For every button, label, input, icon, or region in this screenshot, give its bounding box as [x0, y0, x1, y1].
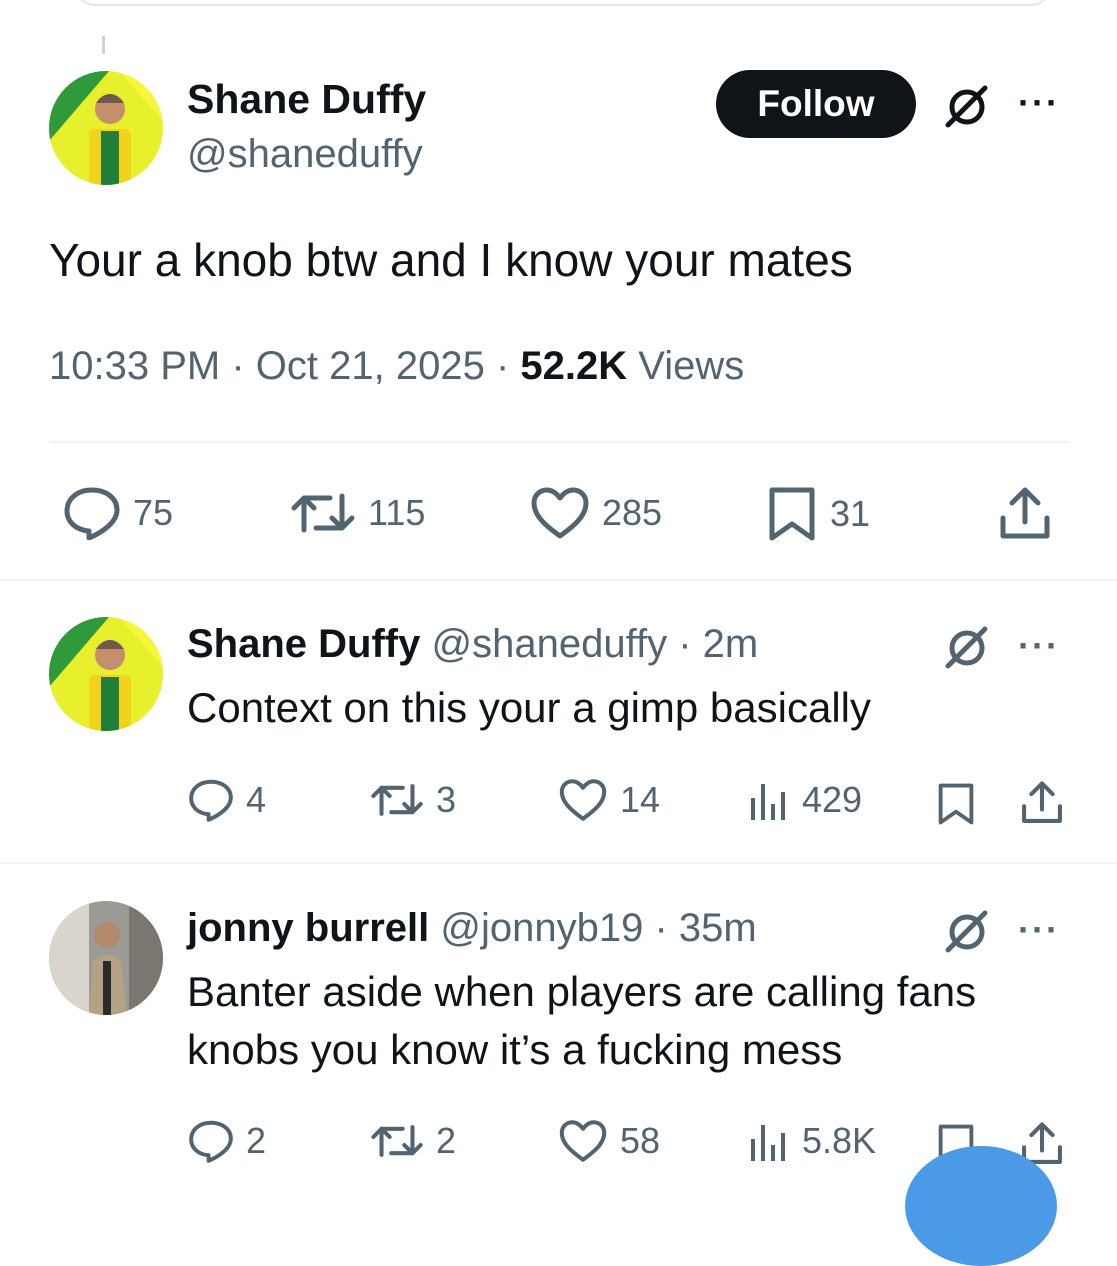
- grok-icon[interactable]: [942, 83, 990, 131]
- share-icon: [1022, 781, 1062, 823]
- avatar[interactable]: [49, 617, 163, 731]
- reply-text-line: knobs you know it’s a fucking mess: [187, 1026, 843, 1073]
- more-icon[interactable]: ···: [1018, 909, 1060, 951]
- reply-icon: [64, 487, 120, 540]
- compose-button[interactable]: [905, 1146, 1057, 1266]
- tweet-time[interactable]: 10:33 PM: [49, 344, 220, 388]
- author-name[interactable]: Shane Duffy: [187, 76, 426, 123]
- thread-line: [102, 36, 105, 54]
- views-icon: [751, 1125, 785, 1161]
- views-count[interactable]: 52.2K: [520, 344, 627, 388]
- like-count: 58: [620, 1120, 661, 1161]
- grok-icon[interactable]: [942, 908, 990, 956]
- reply-age[interactable]: · 2m: [678, 622, 758, 666]
- follow-button[interactable]: Follow: [716, 70, 916, 138]
- bookmark-button[interactable]: [936, 780, 976, 833]
- reply-text: Context on this your a gimp basically: [187, 684, 871, 731]
- reply-button[interactable]: 4: [188, 778, 266, 822]
- reply-count: 2: [246, 1120, 267, 1161]
- reply-text-line: Banter aside when players are calling fa…: [187, 968, 977, 1015]
- more-icon[interactable]: ···: [1018, 625, 1060, 667]
- reply-icon: [189, 1120, 233, 1163]
- views-button[interactable]: 5.8K: [748, 1119, 876, 1163]
- previous-card-edge: [76, 0, 1050, 6]
- avatar[interactable]: [49, 71, 163, 185]
- divider: [0, 862, 1117, 864]
- divider: [49, 441, 1069, 443]
- author-handle[interactable]: @jonnyb19: [440, 906, 643, 950]
- tweet-date[interactable]: Oct 21, 2025: [256, 344, 485, 388]
- reply-header: jonny burrell @jonnyb19 · 35m: [187, 906, 757, 951]
- repost-icon: [371, 784, 423, 816]
- reply-age[interactable]: · 35m: [654, 906, 756, 950]
- meta-separator: ·: [231, 344, 245, 388]
- bookmark-icon: [938, 783, 974, 825]
- reply-count: 4: [246, 779, 267, 820]
- repost-icon: [291, 493, 355, 533]
- reply-icon: [189, 779, 233, 822]
- like-icon: [559, 1120, 607, 1162]
- bookmark-count: 31: [830, 493, 871, 534]
- reply-count: 75: [133, 492, 174, 533]
- reply-button[interactable]: 2: [188, 1119, 266, 1163]
- more-icon[interactable]: ···: [1018, 82, 1060, 124]
- reply-button[interactable]: 75: [63, 486, 173, 540]
- repost-button[interactable]: 3: [370, 778, 456, 822]
- author-handle[interactable]: @shaneduffy: [187, 132, 423, 177]
- repost-count: 115: [368, 492, 426, 533]
- tweet-text: Your a knob btw and I know your mates: [49, 234, 853, 286]
- author-handle[interactable]: @shaneduffy: [431, 622, 667, 666]
- views-button[interactable]: 429: [748, 778, 862, 822]
- like-button[interactable]: 14: [558, 778, 660, 822]
- divider: [0, 579, 1117, 581]
- share-icon: [1000, 487, 1050, 539]
- meta-separator: ·: [495, 344, 510, 388]
- views-count: 5.8K: [802, 1120, 877, 1161]
- like-button[interactable]: 58: [558, 1119, 660, 1163]
- tweet-meta: 10:33 PM · Oct 21, 2025 · 52.2K Views: [49, 344, 744, 389]
- like-icon: [531, 487, 589, 539]
- repost-count: 3: [436, 779, 457, 820]
- like-button[interactable]: 285: [530, 486, 662, 540]
- like-count: 285: [602, 492, 663, 533]
- author-name[interactable]: jonny burrell: [187, 906, 429, 950]
- repost-count: 2: [436, 1120, 457, 1161]
- views-count: 429: [802, 779, 863, 820]
- bookmark-button[interactable]: 31: [766, 486, 870, 542]
- bookmark-icon: [769, 487, 815, 541]
- repost-button[interactable]: 115: [290, 486, 425, 540]
- views-icon: [751, 784, 785, 820]
- avatar[interactable]: [49, 901, 163, 1015]
- repost-icon: [371, 1125, 423, 1157]
- like-count: 14: [620, 779, 661, 820]
- share-button[interactable]: [1020, 780, 1064, 831]
- views-label: Views: [638, 344, 745, 388]
- grok-icon[interactable]: [942, 624, 990, 672]
- author-name[interactable]: Shane Duffy: [187, 622, 420, 666]
- reply-header: Shane Duffy @shaneduffy · 2m: [187, 622, 758, 667]
- repost-button[interactable]: 2: [370, 1119, 456, 1163]
- like-icon: [559, 779, 607, 821]
- share-button[interactable]: [998, 486, 1052, 547]
